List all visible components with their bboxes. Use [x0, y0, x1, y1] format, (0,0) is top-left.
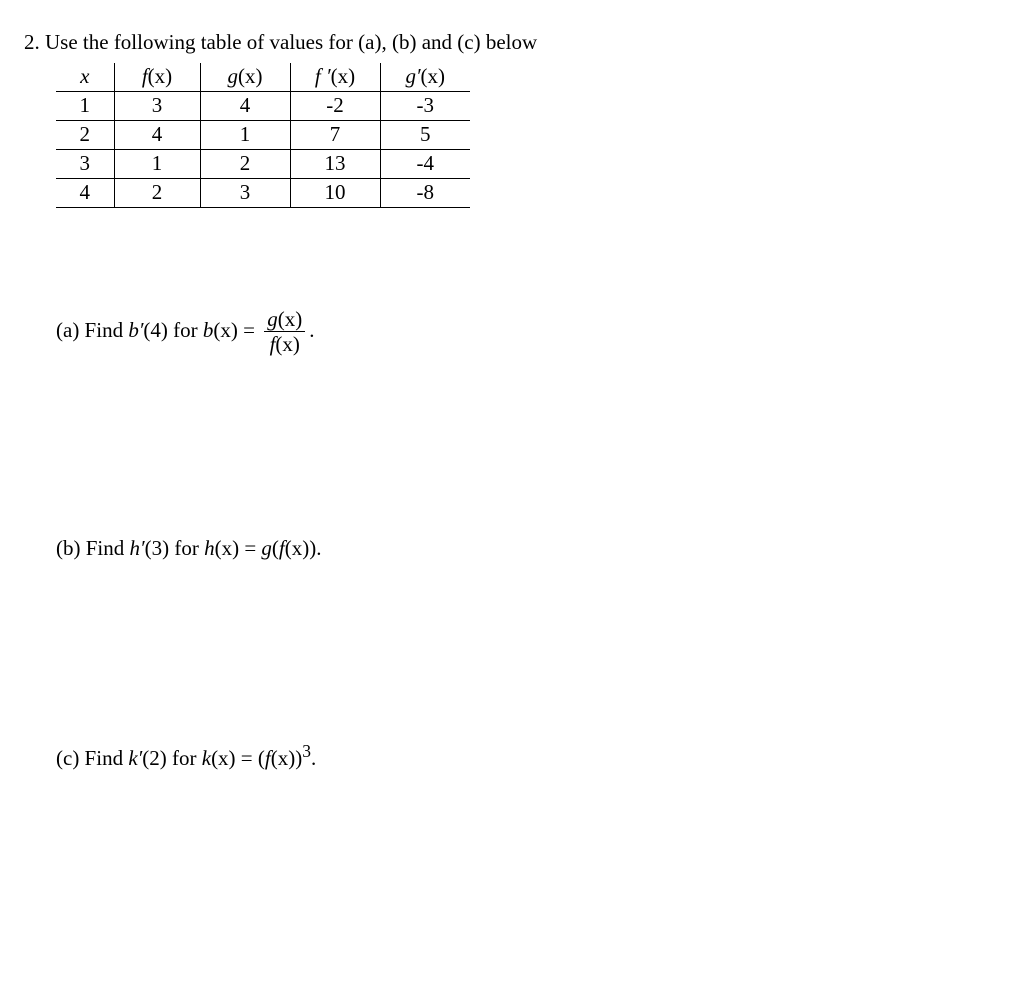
- cell-fx: 1: [114, 150, 200, 179]
- cell-gx: 4: [200, 92, 290, 121]
- problem-intro: 2. Use the following table of values for…: [24, 30, 1000, 55]
- cell-gpx: -3: [380, 92, 470, 121]
- cell-gpx: 5: [380, 121, 470, 150]
- cell-fx: 4: [114, 121, 200, 150]
- cell-x: 1: [56, 92, 114, 121]
- table-row: 4 2 3 10 -8: [56, 179, 470, 208]
- cell-gx: 3: [200, 179, 290, 208]
- table-row: 3 1 2 13 -4: [56, 150, 470, 179]
- cell-fpx: 13: [290, 150, 380, 179]
- subpart-b: (b) Find h′(3) for h(x) = g(f(x)).: [56, 536, 1000, 561]
- table-header-row: x f(x) g(x) f ′(x) g′(x): [56, 63, 470, 92]
- table-row: 1 3 4 -2 -3: [56, 92, 470, 121]
- col-header-gpx: g′(x): [380, 63, 470, 92]
- cell-x: 4: [56, 179, 114, 208]
- cell-x: 3: [56, 150, 114, 179]
- cell-fpx: 10: [290, 179, 380, 208]
- cell-gpx: -8: [380, 179, 470, 208]
- cell-gx: 2: [200, 150, 290, 179]
- part-b-text: (b) Find h′(3) for h(x) = g(f(x)).: [56, 536, 322, 560]
- col-header-fx: f(x): [114, 63, 200, 92]
- cell-x: 2: [56, 121, 114, 150]
- col-header-x: x: [56, 63, 114, 92]
- subpart-a: (a) Find b′(4) for b(x) = g(x) f(x) .: [56, 308, 1000, 356]
- part-a-text: (a) Find b′(4) for b(x) = g(x) f(x) .: [56, 318, 315, 342]
- cell-gpx: -4: [380, 150, 470, 179]
- subpart-c: (c) Find k′(2) for k(x) = (f(x))3.: [56, 741, 1000, 771]
- fraction: g(x) f(x): [264, 308, 305, 356]
- values-table: x f(x) g(x) f ′(x) g′(x) 1 3 4 -2 -3 2 4…: [56, 63, 470, 208]
- cell-fx: 3: [114, 92, 200, 121]
- values-table-wrap: x f(x) g(x) f ′(x) g′(x) 1 3 4 -2 -3 2 4…: [56, 63, 1000, 208]
- col-header-gx: g(x): [200, 63, 290, 92]
- cell-fpx: -2: [290, 92, 380, 121]
- cell-gx: 1: [200, 121, 290, 150]
- table-row: 2 4 1 7 5: [56, 121, 470, 150]
- cell-fpx: 7: [290, 121, 380, 150]
- part-c-text: (c) Find k′(2) for k(x) = (f(x))3.: [56, 746, 316, 770]
- col-header-fpx: f ′(x): [290, 63, 380, 92]
- cell-fx: 2: [114, 179, 200, 208]
